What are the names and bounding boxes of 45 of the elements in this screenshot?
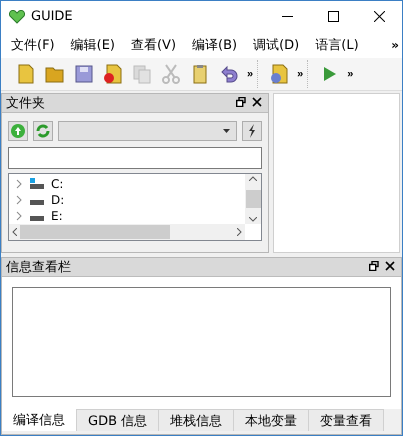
expand-icon[interactable] — [15, 211, 23, 221]
tree-item[interactable]: C: — [51, 177, 64, 191]
menu-item[interactable]: 编辑(E) — [64, 34, 121, 56]
close-icon — [374, 11, 384, 22]
panel-title: 文件夹 — [6, 95, 46, 112]
toolbar-overflow-button[interactable]: » — [345, 68, 358, 80]
filter-field[interactable] — [8, 147, 262, 169]
close-icon[interactable] — [385, 261, 397, 273]
scroll-down-icon[interactable] — [249, 217, 257, 222]
menu-item[interactable]: 语言(L) — [309, 34, 365, 56]
expand-icon[interactable] — [15, 179, 23, 189]
dropdown-caret-icon — [223, 129, 230, 133]
window-title: GUIDE — [31, 9, 74, 24]
tab[interactable]: GDB 信息 — [77, 409, 160, 431]
menu-item[interactable]: 调试(D) — [247, 34, 306, 56]
tab[interactable]: 编译信息 — [2, 409, 77, 431]
menu-item[interactable]: 编译(B) — [186, 34, 244, 56]
horizontal-scrollbar[interactable] — [9, 224, 245, 240]
minimize-icon — [282, 16, 292, 18]
float-icon[interactable] — [236, 97, 248, 109]
expand-icon[interactable] — [15, 195, 23, 205]
scroll-right-icon[interactable] — [237, 228, 242, 236]
refresh-button[interactable] — [33, 121, 53, 141]
menu-item[interactable]: 查看(V) — [124, 34, 182, 56]
toolbar-overflow-button[interactable]: » — [245, 68, 258, 80]
tree-item[interactable]: D: — [51, 193, 64, 207]
close-icon[interactable] — [252, 97, 264, 109]
scroll-up-icon[interactable] — [249, 176, 257, 181]
toolbar-overflow-button[interactable]: » — [295, 68, 308, 80]
menu-overflow-button[interactable]: » — [388, 38, 402, 52]
up-arrow-button[interactable] — [8, 121, 28, 141]
scroll-left-icon[interactable] — [12, 228, 17, 236]
tree-item[interactable]: E: — [51, 209, 63, 223]
tab[interactable]: 变量查看 — [309, 409, 384, 431]
edit-button[interactable] — [242, 121, 262, 141]
lightning-icon — [247, 123, 257, 139]
system-drive-icon — [29, 178, 45, 190]
app-logo-icon — [9, 10, 25, 24]
tab[interactable]: 堆栈信息 — [159, 409, 234, 431]
menu-item[interactable]: 文件(F) — [5, 34, 61, 56]
panel-title: 信息查看栏 — [6, 259, 72, 276]
maximize-icon — [328, 11, 338, 22]
tab[interactable]: 本地变量 — [234, 409, 310, 431]
float-icon[interactable] — [369, 261, 381, 273]
vertical-scrollbar[interactable] — [245, 174, 261, 224]
